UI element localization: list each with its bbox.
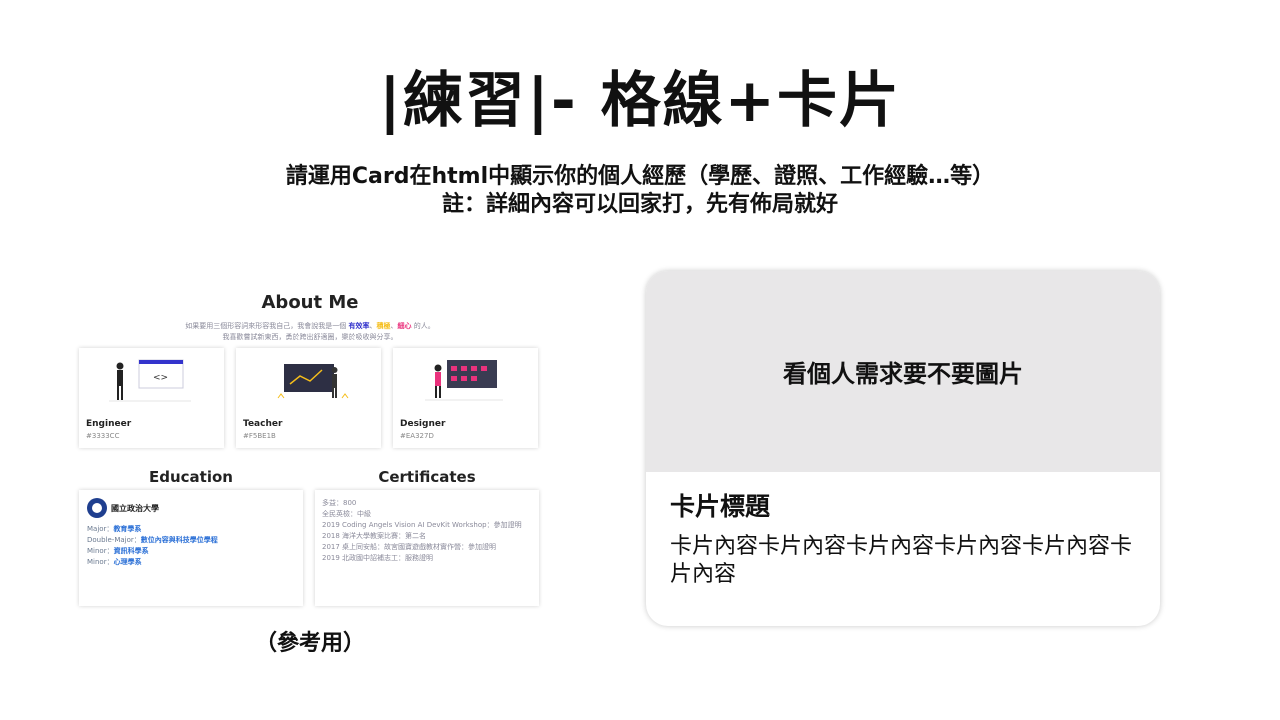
education-card: 國立政治大學 Major：教育學系 Double-Major：數位內容與科技學位… (79, 490, 303, 606)
role-card-designer: Designer #EA327D (393, 348, 538, 448)
role-card-teacher: Teacher #F5BE1B (236, 348, 381, 448)
certificates-list: 多益：800 全民英檢：中級 2019 Coding Angels Vision… (322, 498, 532, 564)
certificates-card: 多益：800 全民英檢：中級 2019 Coding Angels Vision… (315, 490, 539, 606)
edu-label: Major： (87, 525, 114, 533)
reference-mockup: About Me 如果要用三個形容詞來形容我自己，我會說我是一個 有效率、積極、… (70, 285, 550, 625)
university-seal-icon (87, 498, 107, 518)
demo-card: 看個人需求要不要圖片 卡片標題 卡片內容卡片內容卡片內容卡片內容卡片內容卡片內容 (646, 271, 1160, 626)
list-item: 2019 北政國中詔補志工：服務證明 (322, 554, 434, 562)
subtitle-line-1: 請運用Card在html中顯示你的個人經歷（學歷、證照、工作經驗…等） (285, 164, 995, 189)
school-header: 國立政治大學 (87, 498, 159, 518)
card-text: 卡片內容卡片內容卡片內容卡片內容卡片內容卡片內容 (670, 534, 1133, 587)
intro-suffix: 的人。 (413, 322, 435, 330)
edu-label: Double-Major： (87, 536, 141, 544)
engineer-illustration-icon: <> (109, 359, 191, 402)
role-color-code: #F5BE1B (243, 432, 276, 440)
about-intro: 如果要用三個形容詞來形容我自己，我會說我是一個 有效率、積極、細心 的人。 我喜… (70, 321, 550, 343)
edu-value: 心理學系 (113, 558, 142, 566)
reference-note: （參考用） (254, 631, 365, 656)
role-name: Designer (400, 419, 446, 429)
subtitle-line-2: 註：詳細內容可以回家打，先有佈局就好 (441, 192, 838, 217)
role-color-code: #EA327D (400, 432, 434, 440)
edu-label: Minor： (87, 547, 114, 555)
intro-prefix: 如果要用三個形容詞來形容我自己，我會說我是一個 (185, 322, 347, 330)
list-item: 全民英檢：中級 (322, 510, 371, 518)
card-title: 卡片標題 (670, 492, 771, 521)
intro-sep-2: 、 (390, 322, 398, 330)
teacher-illustration-icon (277, 364, 349, 399)
page-subtitle: 請運用Card在html中顯示你的個人經歷（學歷、證照、工作經驗…等） 註：詳細… (0, 163, 1280, 219)
list-item: 2017 桌上同安船：故宮國寶遊戲教材實作營：參加證明 (322, 543, 497, 551)
card-image-placeholder: 看個人需求要不要圖片 (646, 271, 1160, 472)
certificates-heading: Certificates (378, 468, 476, 486)
list-item: 2018 海洋大學教案比賽：第二名 (322, 532, 427, 540)
page-title: |練習|- 格線+卡片 (379, 66, 901, 136)
list-item: 2019 Coding Angels Vision AI DevKit Work… (322, 521, 522, 529)
about-heading: About Me (261, 292, 359, 313)
education-list: Major：教育學系 Double-Major：數位內容與科技學位學程 Mino… (87, 524, 218, 568)
intro-word-1: 有效率 (348, 322, 370, 330)
intro-word-2: 積極 (376, 322, 391, 330)
intro-sep-1: 、 (369, 322, 377, 330)
intro-line-2: 我喜歡嘗試新東西，勇於跨出舒適圈，樂於吸收與分享。 (222, 333, 398, 341)
edu-value: 數位內容與科技學位學程 (140, 536, 218, 544)
intro-word-3: 細心 (397, 322, 412, 330)
education-heading: Education (149, 468, 233, 486)
card-image-text: 看個人需求要不要圖片 (783, 360, 1023, 388)
role-name: Engineer (86, 419, 132, 429)
list-item: Minor：資訊科學系 (87, 546, 218, 557)
edu-value: 教育學系 (113, 525, 142, 533)
edu-value: 資訊科學系 (113, 547, 149, 555)
role-card-engineer: <> Engineer #3333CC (79, 348, 224, 448)
list-item: Double-Major：數位內容與科技學位學程 (87, 535, 218, 546)
list-item: Minor：心理學系 (87, 557, 218, 568)
school-name: 國立政治大學 (111, 503, 159, 513)
svg-text:<>: <> (153, 373, 168, 383)
role-color-code: #3333CC (86, 432, 120, 440)
list-item: 多益：800 (322, 499, 357, 507)
edu-label: Minor： (87, 558, 114, 566)
role-name: Teacher (243, 419, 283, 429)
list-item: Major：教育學系 (87, 524, 218, 535)
designer-illustration-icon (425, 360, 503, 401)
